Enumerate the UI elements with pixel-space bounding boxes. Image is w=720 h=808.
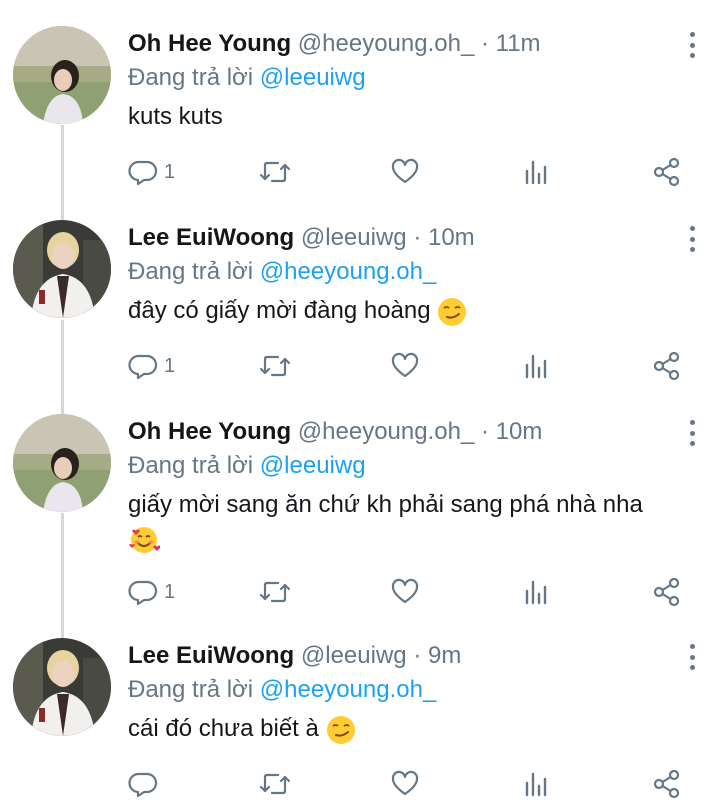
reply-count: 1 [164, 160, 176, 183]
reply-icon [128, 772, 158, 798]
reply-to-handle[interactable]: @heeyoung.oh_ [260, 676, 437, 703]
analytics-icon [525, 160, 547, 185]
analytics-icon [525, 772, 547, 797]
tweet-text-content: đây có giấy mời đàng hoàng [128, 297, 431, 324]
heart-icon [391, 578, 419, 604]
tweet-thread: Oh Hee Young @heeyoung.oh_ · 11m Đang tr… [0, 0, 720, 808]
reply-prefix: Đang trả lời [128, 64, 254, 91]
share-button[interactable] [652, 154, 682, 190]
share-icon [653, 769, 680, 799]
retweet-button[interactable] [258, 154, 292, 190]
replying-to: Đang trả lời @leeuiwg [128, 64, 366, 92]
like-button[interactable] [390, 766, 420, 802]
avatar[interactable] [13, 26, 111, 124]
reply-prefix: Đang trả lời [128, 258, 254, 285]
action-bar: 1 [128, 154, 688, 190]
timestamp[interactable]: · 11m [481, 30, 541, 57]
timestamp[interactable]: · 9m [413, 642, 461, 669]
tweet[interactable]: Lee EuiWoong @leeuiwg · 10m Đang trả lời… [0, 220, 720, 390]
action-bar: 1 [128, 348, 688, 384]
avatar[interactable] [13, 220, 111, 318]
user-handle[interactable]: @heeyoung.oh_ [298, 30, 475, 57]
heart-icon [391, 770, 419, 796]
share-icon [653, 351, 680, 381]
tweet-text: đây có giấy mời đàng hoàng [128, 294, 698, 328]
avatar[interactable] [13, 638, 111, 736]
tweet[interactable]: Oh Hee Young @heeyoung.oh_ · 11m Đang tr… [0, 26, 720, 196]
tweet-text-content: cái đó chưa biết à [128, 715, 319, 742]
reply-icon [128, 160, 158, 186]
share-icon [653, 577, 680, 607]
retweet-icon [259, 161, 291, 183]
replying-to: Đang trả lời @heeyoung.oh_ [128, 258, 436, 286]
share-button[interactable] [652, 766, 682, 802]
tweet-header: Lee EuiWoong @leeuiwg · 9m [128, 642, 461, 670]
reply-prefix: Đang trả lời [128, 452, 254, 479]
replying-to: Đang trả lời @leeuiwg [128, 452, 366, 480]
reply-icon [128, 354, 158, 380]
retweet-icon [259, 581, 291, 603]
user-handle[interactable]: @leeuiwg [301, 224, 407, 251]
share-icon [653, 157, 680, 187]
timestamp[interactable]: · 10m [413, 224, 474, 251]
tweet[interactable]: Lee EuiWoong @leeuiwg · 9m Đang trả lời … [0, 638, 720, 808]
tweet-text-content: giấy mời sang ăn chứ kh phải sang phá nh… [128, 491, 643, 518]
tweet-text-content: kuts kuts [128, 103, 223, 130]
reply-button[interactable]: 1 [128, 154, 175, 190]
tweet-header: Lee EuiWoong @leeuiwg · 10m [128, 224, 475, 252]
share-button[interactable] [652, 574, 682, 610]
heart-icon [391, 352, 419, 378]
user-handle[interactable]: @heeyoung.oh_ [298, 418, 475, 445]
reply-to-handle[interactable]: @leeuiwg [260, 64, 366, 91]
retweet-icon [259, 355, 291, 377]
analytics-icon [525, 580, 547, 605]
more-options-icon[interactable] [686, 226, 698, 252]
user-handle[interactable]: @leeuiwg [301, 642, 407, 669]
retweet-button[interactable] [258, 348, 292, 384]
action-bar [128, 766, 688, 802]
analytics-button[interactable] [522, 766, 552, 802]
reply-count: 1 [164, 580, 176, 603]
retweet-button[interactable] [258, 766, 292, 802]
smirk-emoji [438, 297, 467, 326]
tweet-text: giấy mời sang ăn chứ kh phải sang phá nh… [128, 488, 698, 556]
reply-prefix: Đang trả lời [128, 676, 254, 703]
retweet-button[interactable] [258, 574, 292, 610]
analytics-button[interactable] [522, 574, 552, 610]
reply-button[interactable]: 1 [128, 574, 175, 610]
timestamp[interactable]: · 10m [481, 418, 542, 445]
reply-count: 1 [164, 354, 176, 377]
analytics-button[interactable] [522, 348, 552, 384]
more-options-icon[interactable] [686, 420, 698, 446]
reply-button[interactable]: 1 [128, 348, 175, 384]
more-options-icon[interactable] [686, 644, 698, 670]
smirk-emoji [326, 715, 355, 744]
reply-icon [128, 580, 158, 606]
tweet-text: kuts kuts [128, 100, 698, 134]
avatar[interactable] [13, 414, 111, 512]
like-button[interactable] [390, 154, 420, 190]
display-name[interactable]: Oh Hee Young [128, 30, 291, 57]
analytics-icon [525, 354, 547, 379]
reply-to-handle[interactable]: @leeuiwg [260, 452, 366, 479]
tweet-header: Oh Hee Young @heeyoung.oh_ · 11m [128, 30, 541, 58]
smiling-face-with-hearts-emoji [129, 526, 160, 553]
analytics-button[interactable] [522, 154, 552, 190]
display-name[interactable]: Oh Hee Young [128, 418, 291, 445]
display-name[interactable]: Lee EuiWoong [128, 224, 294, 251]
action-bar: 1 [128, 574, 688, 610]
reply-to-handle[interactable]: @heeyoung.oh_ [260, 258, 437, 285]
display-name[interactable]: Lee EuiWoong [128, 642, 294, 669]
replying-to: Đang trả lời @heeyoung.oh_ [128, 676, 436, 704]
reply-button[interactable] [128, 766, 164, 802]
heart-icon [391, 158, 419, 184]
tweet-header: Oh Hee Young @heeyoung.oh_ · 10m [128, 418, 542, 446]
tweet-text: cái đó chưa biết à [128, 712, 698, 746]
like-button[interactable] [390, 574, 420, 610]
share-button[interactable] [652, 348, 682, 384]
tweet[interactable]: Oh Hee Young @heeyoung.oh_ · 10m Đang tr… [0, 414, 720, 614]
like-button[interactable] [390, 348, 420, 384]
retweet-icon [259, 773, 291, 795]
more-options-icon[interactable] [686, 32, 698, 58]
